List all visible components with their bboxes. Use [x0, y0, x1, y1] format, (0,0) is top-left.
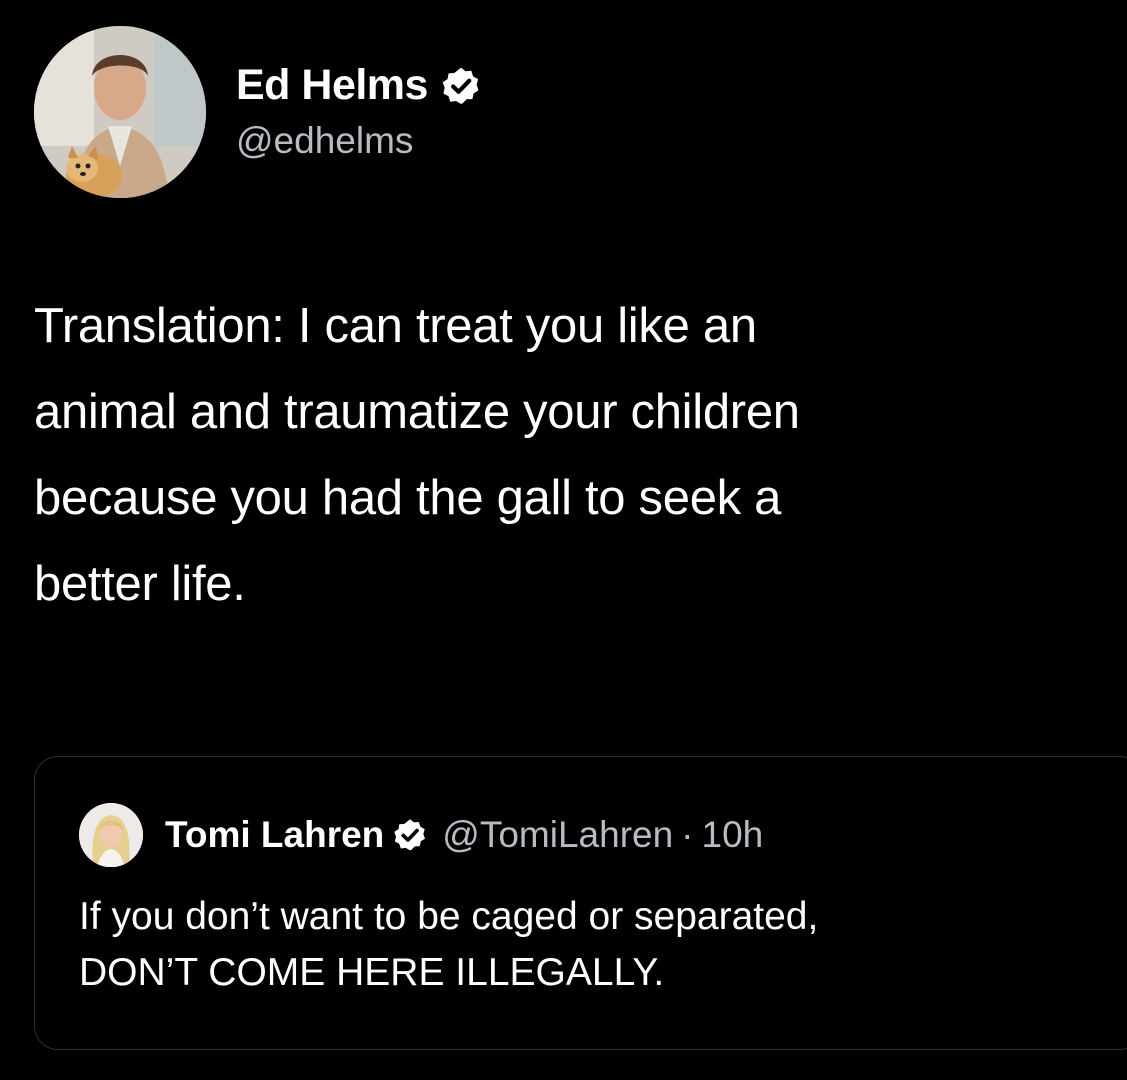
quoted-tweet-text: If you don’t want to be caged or separat…	[79, 895, 819, 994]
tweet: Ed Helms @edhelms Translation: I can tre…	[0, 0, 1127, 1080]
verified-badge-icon	[392, 817, 428, 853]
avatar-photo-icon	[34, 25, 206, 198]
tweet-header: Ed Helms @edhelms	[34, 24, 482, 199]
quoted-tweet-header: Tomi Lahren @TomiLahren · 10h	[79, 803, 763, 867]
quoted-author-name[interactable]: Tomi Lahren	[165, 814, 384, 856]
quoted-tweet-timestamp[interactable]: 10h	[702, 814, 764, 856]
quoted-author-avatar[interactable]	[79, 803, 143, 867]
author-handle[interactable]: @edhelms	[236, 120, 482, 162]
display-name[interactable]: Ed Helms	[236, 61, 428, 110]
author-names: Ed Helms @edhelms	[236, 61, 482, 162]
quoted-author-handle[interactable]: @TomiLahren	[442, 814, 673, 856]
avatar[interactable]	[34, 25, 206, 198]
quoted-tweet-card[interactable]: Tomi Lahren @TomiLahren · 10h If you don…	[34, 756, 1127, 1050]
tweet-body-text: Translation: I can treat you like an ani…	[34, 299, 800, 611]
separator-dot: ·	[681, 814, 694, 855]
avatar-photo-icon	[79, 803, 143, 867]
display-name-row: Ed Helms	[236, 61, 482, 110]
verified-badge-icon	[440, 65, 482, 107]
